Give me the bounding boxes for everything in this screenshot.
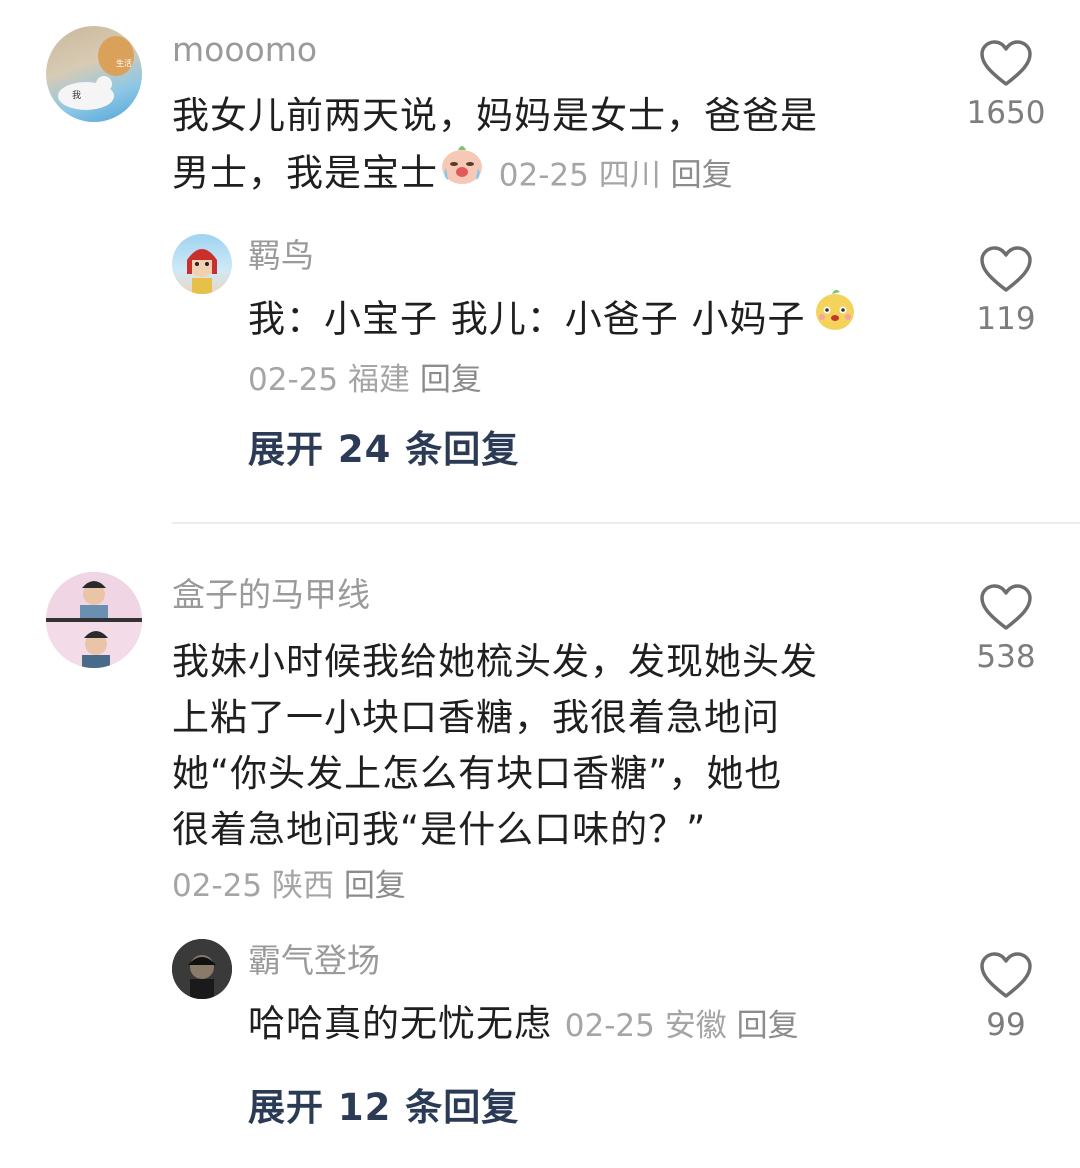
two-photos-avatar-icon: [46, 572, 142, 668]
comment-location: 四川: [598, 157, 661, 194]
reply-button[interactable]: 回复: [420, 362, 482, 398]
divider: [172, 522, 1080, 524]
comment-username[interactable]: mooomo: [172, 30, 317, 70]
heart-icon: [980, 584, 1032, 630]
comment-text-line: 我女儿前两天说，妈妈是女士，爸爸是: [172, 94, 818, 137]
reply-username[interactable]: 霸气登场: [248, 941, 380, 981]
comment-text[interactable]: 我女儿前两天说，妈妈是女士，爸爸是 男士，我是宝士 02-25 四川 回复: [172, 88, 912, 206]
like-count: 99: [986, 1007, 1026, 1043]
like-button[interactable]: 119: [961, 246, 1051, 338]
like-count: 538: [976, 639, 1036, 675]
like-button[interactable]: 538: [961, 584, 1051, 676]
reply-text-line: 我：小宝子 我儿：小爸子 小妈子: [248, 289, 928, 352]
crying-laughing-face-icon: [438, 140, 486, 202]
like-count: 1650: [966, 95, 1046, 131]
expand-replies-button[interactable]: 展开 24 条回复: [248, 428, 519, 472]
avatar-label: 我: [72, 90, 81, 101]
avatar-badge: 生活: [116, 58, 132, 68]
reply-text-content: 我：小宝子 我儿：小爸子 小妈子: [248, 297, 806, 341]
avatar[interactable]: [46, 572, 142, 668]
expand-replies-button[interactable]: 展开 12 条回复: [248, 1086, 519, 1130]
reply-username[interactable]: 羁鸟: [248, 236, 314, 276]
comment-text-line: 男士，我是宝士: [172, 151, 438, 195]
reply-button[interactable]: 回复: [344, 868, 406, 904]
comment-text-line: 上粘了一小块口香糖，我很着急地问: [172, 696, 780, 739]
reply-text-content: 哈哈真的无忧无虑: [248, 1002, 552, 1045]
heart-icon: [980, 952, 1032, 998]
reply-date: 02-25: [248, 362, 339, 398]
dark-portrait-avatar-icon: [172, 939, 232, 999]
comment-text-line-with-meta: 男士，我是宝士 02-25 四川 回复: [172, 144, 912, 206]
like-button[interactable]: 99: [961, 952, 1051, 1044]
like-count: 119: [976, 301, 1036, 337]
reply-text[interactable]: 我：小宝子 我儿：小爸子 小妈子 02-25 福建 回复: [248, 289, 928, 408]
avatar[interactable]: [172, 939, 232, 999]
reply-text-line: 哈哈真的无忧无虑 02-25 安徽 回复: [248, 996, 928, 1054]
reply-button[interactable]: 回复: [671, 158, 733, 194]
cute-face-icon: [812, 286, 858, 348]
reply-button[interactable]: 回复: [737, 1008, 799, 1044]
comment-meta: 02-25 陕西 回复: [172, 858, 912, 914]
comment-date: 02-25: [172, 868, 263, 904]
like-button[interactable]: 1650: [961, 40, 1051, 132]
reply-location: 安徽: [664, 1008, 727, 1044]
dog-goose-avatar-icon: 我 生活: [58, 36, 134, 110]
cartoon-girl-avatar-icon: [187, 249, 217, 294]
comment-text-line: 她“你头发上怎么有块口香糖”，她也: [172, 752, 783, 795]
comment-username[interactable]: 盒子的马甲线: [172, 575, 370, 615]
heart-icon: [980, 246, 1032, 292]
reply-date: 02-25: [564, 1008, 655, 1044]
reply-location: 福建: [347, 362, 410, 398]
comment-text[interactable]: 我妹小时候我给她梳头发，发现她头发 上粘了一小块口香糖，我很着急地问 她“你头发…: [172, 634, 912, 914]
comment-text-line: 我妹小时候我给她梳头发，发现她头发: [172, 640, 818, 683]
avatar[interactable]: 我 生活: [46, 26, 142, 122]
comment-location: 陕西: [271, 868, 334, 904]
comment-date: 02-25: [498, 157, 589, 194]
reply-meta: 02-25 福建 回复: [248, 352, 928, 408]
heart-icon: [980, 40, 1032, 86]
avatar[interactable]: [172, 234, 232, 294]
reply-text[interactable]: 哈哈真的无忧无虑 02-25 安徽 回复: [248, 996, 928, 1054]
comment-text-line: 很着急地问我“是什么口味的？”: [172, 808, 707, 851]
